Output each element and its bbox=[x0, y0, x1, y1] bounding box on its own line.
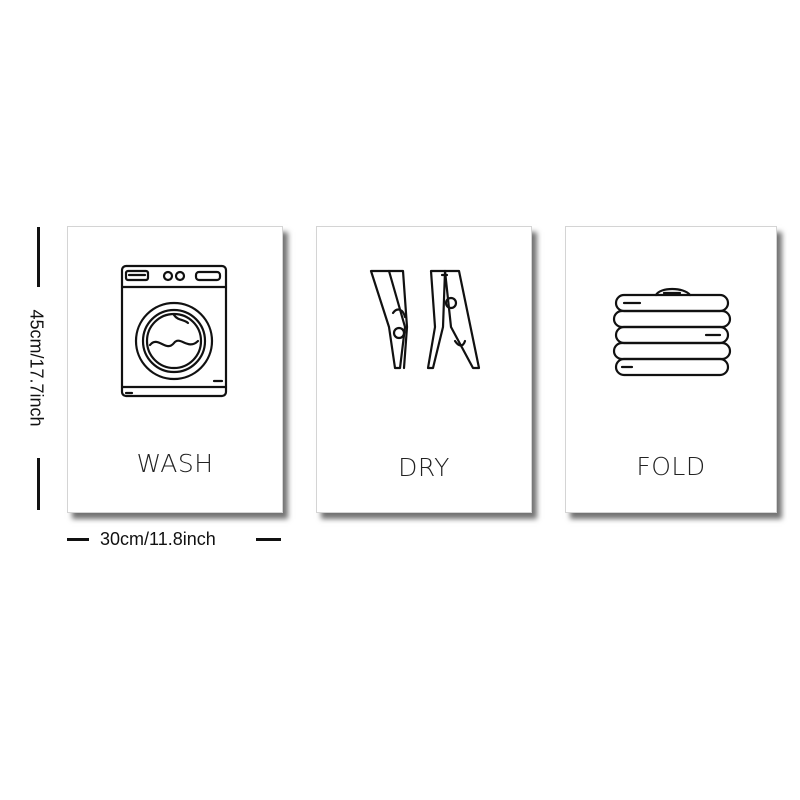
width-dimension-line-left bbox=[67, 538, 89, 541]
poster-label-fold: FOLD bbox=[636, 452, 706, 481]
height-dimension-line-bottom bbox=[37, 458, 40, 510]
poster-wash: WASH bbox=[67, 226, 283, 513]
poster-label-dry: DRY bbox=[398, 453, 450, 482]
height-dimension-line-top bbox=[37, 227, 40, 287]
poster-fold: FOLD bbox=[565, 226, 777, 513]
clothespin-icon bbox=[369, 269, 481, 370]
folded-towels-icon bbox=[612, 287, 732, 377]
poster-dry: DRY bbox=[316, 226, 532, 513]
height-dimension-label: 45cm/17.7inch bbox=[26, 309, 47, 427]
width-dimension-line-right bbox=[256, 538, 281, 541]
poster-label-wash: WASH bbox=[136, 449, 214, 478]
width-dimension-label: 30cm/11.8inch bbox=[100, 529, 216, 549]
washing-machine-icon bbox=[120, 264, 228, 398]
